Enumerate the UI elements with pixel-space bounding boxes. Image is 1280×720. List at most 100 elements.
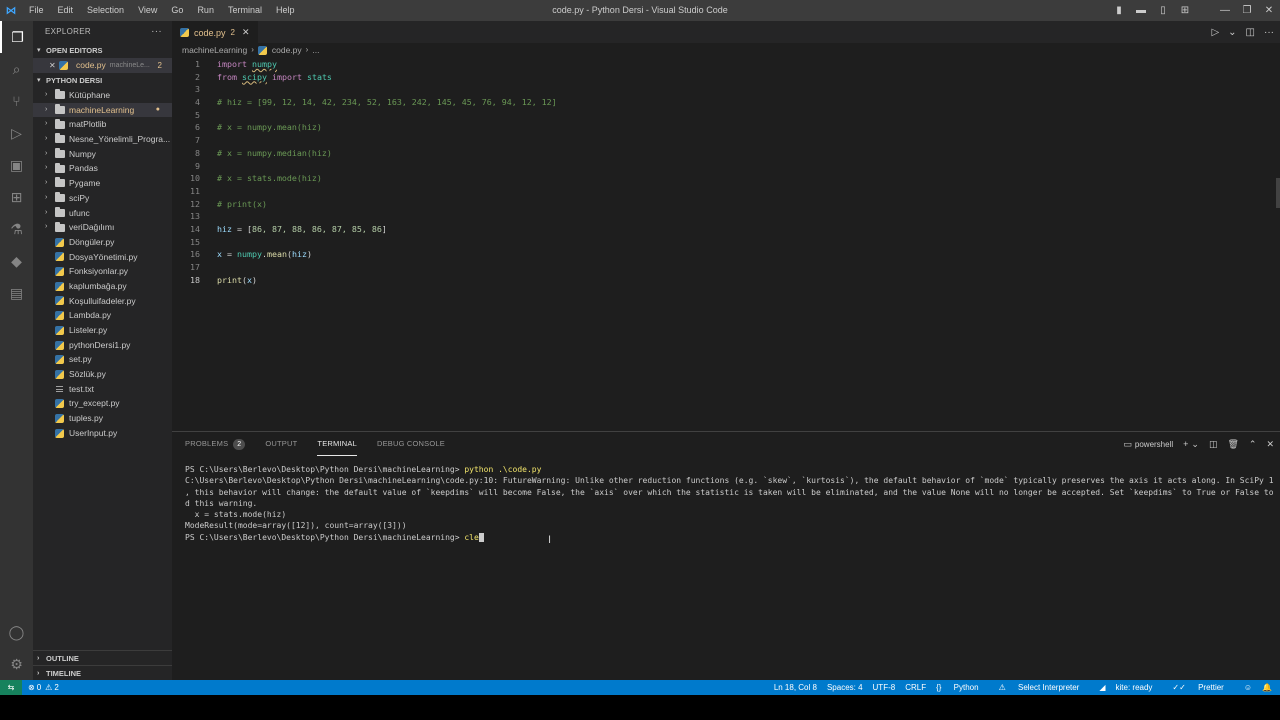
indentation[interactable]: Spaces: 4	[827, 683, 863, 692]
code-editor[interactable]: 1 import numpy 2 from scipy import stats 3…	[172, 58, 1280, 286]
folder-item[interactable]: › Nesne_Yönelimli_Progra...	[33, 132, 172, 147]
menu-edit[interactable]: Edit	[51, 0, 81, 21]
file-item[interactable]: tuples.py	[33, 411, 172, 426]
file-item[interactable]: Koşulluifadeler.py	[33, 294, 172, 309]
line-number: 10	[190, 173, 200, 184]
file-item[interactable]: try_except.py	[33, 396, 172, 411]
scrollbar-thumb[interactable]	[1276, 178, 1280, 208]
cursor-position[interactable]: Ln 18, Col 8	[774, 683, 817, 692]
file-item[interactable]: set.py	[33, 352, 172, 367]
file-item[interactable]: UserInput.py	[33, 426, 172, 441]
toggle-sidebar-icon[interactable]: ▮	[1108, 5, 1130, 16]
menu-run[interactable]: Run	[190, 0, 221, 21]
customize-layout-icon[interactable]: ⊞	[1174, 5, 1196, 16]
notifications-bell-icon[interactable]: 🔔	[1262, 683, 1272, 692]
folder-item[interactable]: › matPlotlib	[33, 117, 172, 132]
open-editor-item[interactable]: ✕ code.py machineLe... 2	[33, 58, 172, 73]
folder-item[interactable]: › machineLearning ●	[33, 102, 172, 118]
project-section[interactable]: ▾ PYTHON DERSI	[33, 73, 172, 88]
chevron-down-icon[interactable]: ⌄	[1228, 27, 1236, 38]
remote-indicator-icon[interactable]: ⇆	[0, 680, 22, 695]
run-python-file-icon[interactable]: ▷	[1211, 27, 1219, 38]
file-item[interactable]: Lambda.py	[33, 308, 172, 323]
tab-debug-console[interactable]: DEBUG CONSOLE	[377, 432, 445, 456]
toggle-panel-icon[interactable]: ▬	[1130, 5, 1152, 16]
trash-icon[interactable]: 🗑	[1227, 439, 1238, 450]
shell-selector[interactable]: powershell	[1135, 440, 1173, 449]
breadcrumb-more[interactable]: ...	[312, 43, 319, 57]
run-debug-icon[interactable]: ▷	[0, 117, 33, 149]
folder-item[interactable]: › Kütüphane	[33, 88, 172, 103]
split-editor-icon[interactable]: ◫	[1246, 27, 1255, 38]
docker-icon[interactable]: ◆	[0, 245, 33, 277]
folder-item[interactable]: › Numpy	[33, 147, 172, 162]
python-file-icon	[180, 28, 189, 37]
explorer-icon[interactable]: ❐	[0, 21, 33, 53]
interpreter-selector[interactable]: ⚠ Select Interpreter	[999, 683, 1090, 692]
file-item[interactable]: Listeler.py	[33, 323, 172, 338]
tab-output[interactable]: OUTPUT	[265, 432, 297, 456]
source-control-icon[interactable]: ⑂	[0, 85, 33, 117]
folder-item[interactable]: › Pandas	[33, 161, 172, 176]
folder-label: Kütüphane	[69, 90, 111, 100]
more-actions-icon[interactable]: ···	[1264, 27, 1274, 38]
search-icon[interactable]: ⌕	[0, 53, 33, 85]
chevron-down-icon[interactable]: ⌄	[1191, 439, 1199, 450]
kite-status[interactable]: ◢ kite: ready	[1099, 683, 1162, 692]
timeline-section[interactable]: › TIMELINE	[33, 665, 172, 680]
minimize-icon[interactable]: —	[1214, 5, 1236, 16]
tab-problems[interactable]: PROBLEMS 2	[185, 432, 246, 456]
menu-view[interactable]: View	[131, 0, 164, 21]
file-item[interactable]: Sözlük.py	[33, 367, 172, 382]
tab-terminal[interactable]: TERMINAL	[317, 432, 357, 456]
file-item[interactable]: pythonDersi1.py	[33, 338, 172, 353]
encoding[interactable]: UTF-8	[873, 683, 896, 692]
restore-icon[interactable]: ❐	[1236, 5, 1258, 16]
file-item[interactable]: DosyaYönetimi.py	[33, 250, 172, 265]
tab-code-py[interactable]: code.py 2 ✕	[172, 21, 258, 43]
line-ending[interactable]: CRLF	[905, 683, 926, 692]
accounts-icon[interactable]: ◯	[0, 616, 33, 648]
file-item[interactable]: test.txt	[33, 382, 172, 397]
feedback-icon[interactable]: ☺	[1244, 683, 1252, 692]
maximize-panel-icon[interactable]: ⌃	[1249, 439, 1257, 450]
settings-gear-icon[interactable]: ⚙	[0, 648, 33, 680]
split-terminal-icon[interactable]: ◫	[1209, 439, 1218, 450]
folder-item[interactable]: › sciPy	[33, 191, 172, 206]
menu-terminal[interactable]: Terminal	[221, 0, 269, 21]
outline-label: OUTLINE	[46, 653, 79, 663]
problems-indicator[interactable]: ⊗ 0 ⚠ 2	[22, 683, 59, 692]
line-number: 15	[190, 236, 200, 247]
language-mode[interactable]: {} Python	[936, 683, 988, 692]
editor-tabs: code.py 2 ✕ ▷ ⌄ ◫ ···	[172, 21, 1280, 43]
close-icon[interactable]: ✕	[49, 58, 59, 73]
operator-token: )	[251, 274, 257, 285]
editor-scrollbar[interactable]	[1274, 58, 1280, 208]
file-item[interactable]: Fonksiyonlar.py	[33, 264, 172, 279]
prettier-status[interactable]: ✓✓ Prettier	[1172, 683, 1233, 692]
folder-item[interactable]: › veriDağılımı	[33, 220, 172, 235]
close-icon[interactable]: ✕	[1266, 439, 1274, 450]
extensions-icon[interactable]: ⊞	[0, 181, 33, 213]
file-item[interactable]: Döngüler.py	[33, 235, 172, 250]
remote-explorer-icon[interactable]: ▣	[0, 149, 33, 181]
menu-go[interactable]: Go	[164, 0, 190, 21]
toggle-secondary-sidebar-icon[interactable]: ▯	[1152, 5, 1174, 16]
notebook-icon[interactable]: ▤	[0, 277, 33, 309]
open-editors-section[interactable]: ▾ OPEN EDITORS	[33, 43, 172, 58]
breadcrumb-file[interactable]: code.py	[272, 43, 302, 57]
new-terminal-icon[interactable]: +	[1183, 439, 1188, 449]
folder-item[interactable]: › ufunc	[33, 206, 172, 221]
close-window-icon[interactable]: ✕	[1258, 5, 1280, 16]
close-icon[interactable]: ✕	[242, 27, 250, 38]
breadcrumb-folder[interactable]: machineLearning	[182, 43, 247, 57]
folder-item[interactable]: › Pygame	[33, 176, 172, 191]
outline-section[interactable]: › OUTLINE	[33, 650, 172, 665]
testing-icon[interactable]: ⚗	[0, 213, 33, 245]
file-item[interactable]: kaplumbağa.py	[33, 279, 172, 294]
more-actions-icon[interactable]: ···	[151, 21, 162, 43]
menu-file[interactable]: File	[22, 0, 51, 21]
menu-selection[interactable]: Selection	[80, 0, 131, 21]
terminal-output[interactable]: PS C:\Users\Berlevo\Desktop\Python Dersi…	[185, 464, 1275, 543]
menu-help[interactable]: Help	[269, 0, 302, 21]
